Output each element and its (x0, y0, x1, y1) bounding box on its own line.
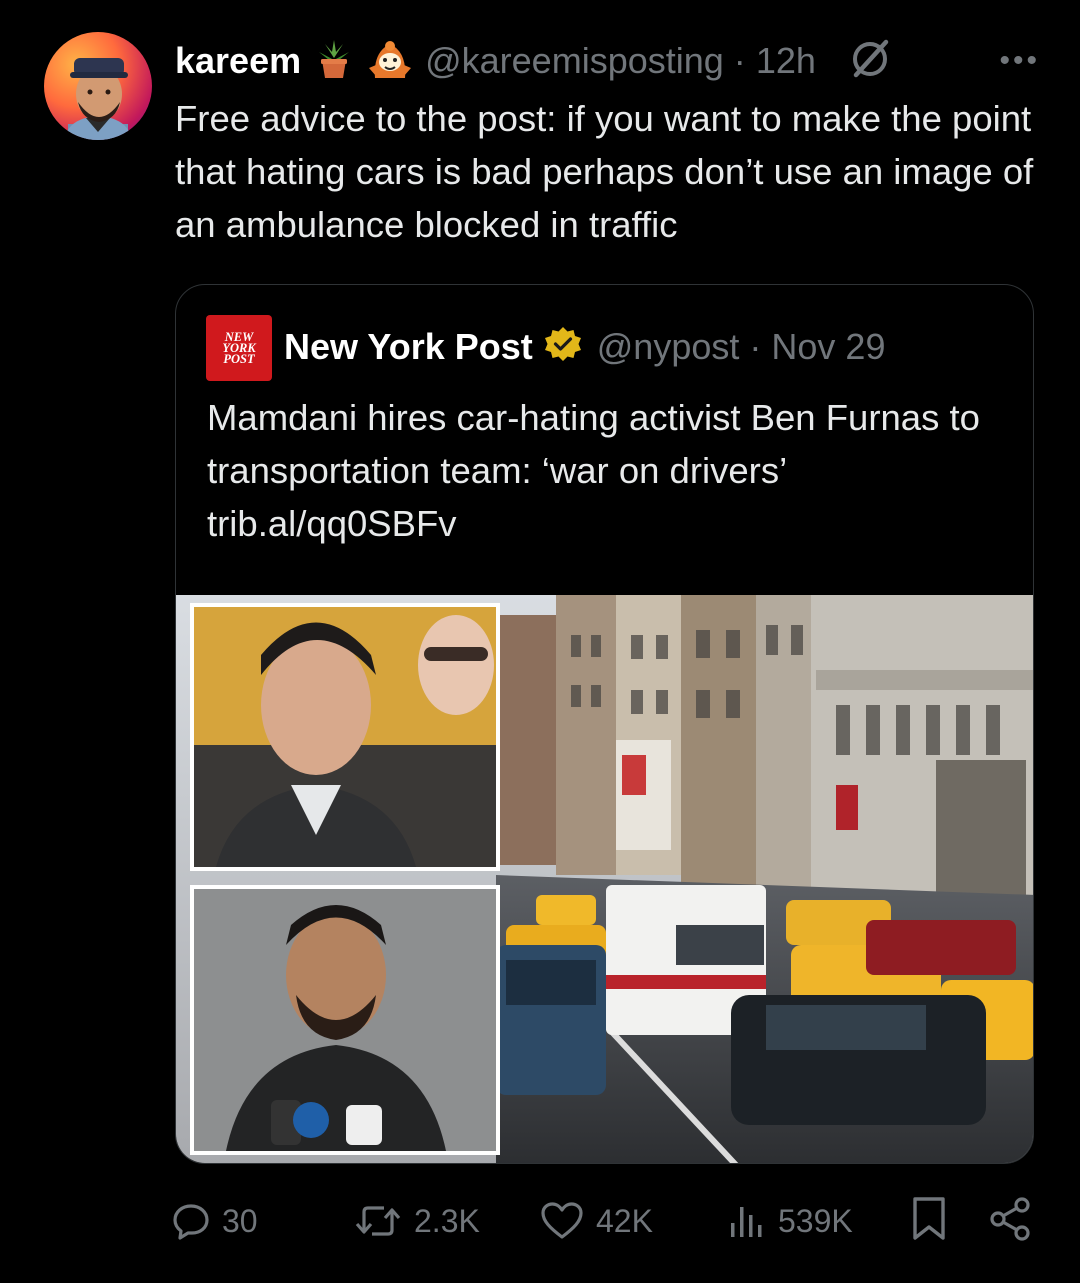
grok-icon[interactable] (848, 37, 892, 86)
quoted-text: Mamdani hires car-hating activist Ben Fu… (207, 397, 980, 544)
views-count: 539K (778, 1202, 853, 1239)
nypost-avatar[interactable]: NEW YORK POST (206, 315, 272, 381)
logo-text-line: POST (223, 351, 255, 366)
verified-gold-badge-icon (543, 325, 583, 370)
views-chart-icon (731, 1207, 762, 1237)
meta-separator: · (733, 40, 746, 81)
post-time[interactable]: 12h (756, 40, 816, 81)
like-button[interactable]: 42K (540, 1196, 653, 1246)
reply-count: 30 (222, 1202, 258, 1239)
reply-button[interactable]: 30 (172, 1196, 258, 1246)
quoted-author-name[interactable]: New York Post (284, 326, 533, 368)
tweet-header: kareem @kareemisposting · 12h ••• (175, 36, 1040, 86)
street-traffic-photo[interactable] (176, 595, 1034, 1164)
repost-count: 2.3K (414, 1202, 480, 1239)
reply-icon (173, 1204, 209, 1240)
avatar-illustration (64, 58, 132, 140)
potted-plant-icon (313, 38, 355, 85)
meta-separator: · (749, 326, 762, 367)
orange-mascot-icon (367, 38, 413, 85)
quoted-date[interactable]: Nov 29 (771, 326, 885, 367)
bookmark-button[interactable] (910, 1196, 948, 1247)
like-count: 42K (596, 1202, 653, 1239)
share-icon (990, 1197, 1030, 1241)
author-name[interactable]: kareem (175, 40, 301, 82)
share-button[interactable] (988, 1196, 1032, 1247)
heart-icon (541, 1202, 583, 1239)
repost-icon (355, 1206, 401, 1236)
repost-button[interactable]: 2.3K (354, 1196, 480, 1246)
quoted-header: New York Post @nypost · Nov 29 (284, 323, 885, 371)
tweet-text: Free advice to the post: if you want to … (175, 98, 1034, 245)
action-bar: 30 2.3K 42K 539K (172, 1196, 1042, 1246)
quoted-handle[interactable]: @nypost (597, 326, 740, 367)
quoted-tweet-card[interactable]: NEW YORK POST New York Post @nypost · No… (175, 284, 1034, 1164)
author-handle[interactable]: @kareemisposting (425, 40, 724, 81)
bookmark-icon (913, 1197, 945, 1240)
author-avatar[interactable] (44, 32, 152, 140)
more-options-button[interactable]: ••• (999, 44, 1040, 78)
views-button[interactable]: 539K (728, 1196, 853, 1246)
